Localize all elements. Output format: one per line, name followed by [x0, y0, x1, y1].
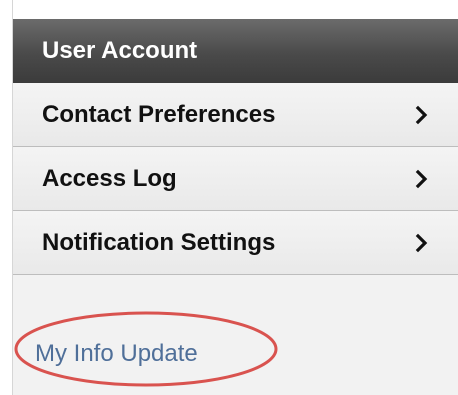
menu-item-label: Notification Settings — [42, 228, 276, 256]
menu-item-notification-settings[interactable]: Notification Settings — [13, 211, 458, 275]
user-account-panel: User Account Contact Preferences Access … — [12, 0, 458, 395]
chevron-right-icon — [412, 231, 432, 255]
menu-item-label: Access Log — [42, 164, 177, 192]
panel-title: User Account — [42, 37, 198, 64]
menu-item-label: Contact Preferences — [42, 100, 276, 128]
menu-item-contact-preferences[interactable]: Contact Preferences — [13, 83, 458, 147]
top-spacer — [13, 0, 458, 19]
chevron-right-icon — [412, 167, 432, 191]
my-info-update-link[interactable]: My Info Update — [35, 340, 198, 368]
menu-item-access-log[interactable]: Access Log — [13, 147, 458, 211]
chevron-right-icon — [412, 103, 432, 127]
panel-header: User Account — [13, 19, 458, 83]
